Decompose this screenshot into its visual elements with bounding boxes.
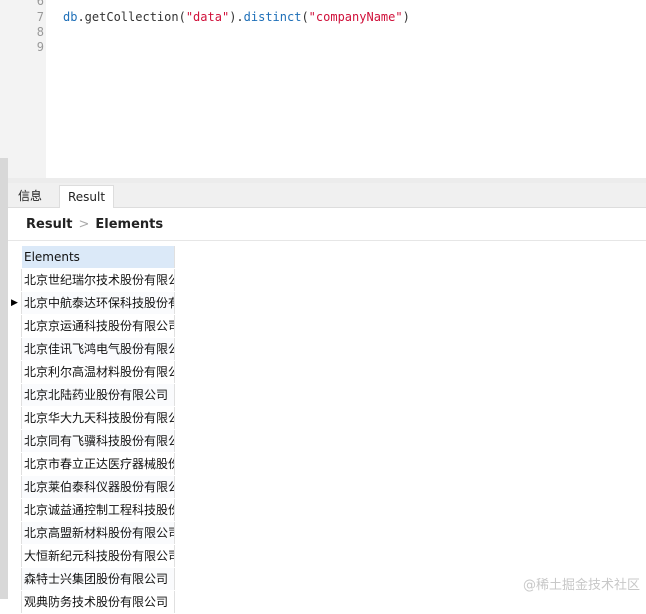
table-cell[interactable]: 北京利尔高温材料股份有限公司 <box>22 361 175 383</box>
code-string: "companyName" <box>308 10 403 24</box>
table-cell[interactable]: 北京中航泰达环保科技股份有限公司 <box>22 292 175 314</box>
row-indicator[interactable] <box>8 407 22 429</box>
table-cell[interactable]: 北京世纪瑞尔技术股份有限公司 <box>22 269 175 291</box>
row-indicator[interactable] <box>8 522 22 544</box>
row-indicator[interactable] <box>8 453 22 475</box>
row-indicator[interactable] <box>8 476 22 498</box>
table-cell[interactable]: 北京同有飞骥科技股份有限公司 <box>22 430 175 452</box>
code-string: "data" <box>185 10 230 24</box>
result-tabs: 信息 Result <box>8 183 646 208</box>
table-cell[interactable]: 北京佳讯飞鸿电气股份有限公司 <box>22 338 175 360</box>
column-header-elements[interactable]: Elements <box>22 246 175 268</box>
chevron-right-icon: > <box>78 217 90 232</box>
line-number: 9 <box>36 40 44 54</box>
table-cell[interactable]: 北京北陆药业股份有限公司 <box>22 384 175 406</box>
watermark: @稀土掘金技术社区 <box>522 578 640 593</box>
left-scroll-strip <box>0 158 8 599</box>
code-token: ( <box>301 10 309 24</box>
code-token: ) <box>402 10 410 24</box>
table-cell[interactable]: 大恒新纪元科技股份有限公司 <box>22 545 175 567</box>
row-indicator[interactable] <box>8 568 22 590</box>
code-token: ). <box>229 10 244 24</box>
row-indicator[interactable] <box>8 499 22 521</box>
row-indicator[interactable] <box>8 315 22 337</box>
table-cell[interactable]: 北京京运通科技股份有限公司 <box>22 315 175 337</box>
tab-info[interactable]: 信息 <box>10 185 50 207</box>
table-cell[interactable]: 观典防务技术股份有限公司 <box>22 591 175 613</box>
breadcrumb-root[interactable]: Result <box>26 217 73 232</box>
tab-result[interactable]: Result <box>59 185 115 208</box>
code-token: db <box>63 10 78 24</box>
row-indicator[interactable]: ▶ <box>8 292 22 314</box>
row-indicator[interactable] <box>8 338 22 360</box>
table-cell[interactable]: 北京莱伯泰科仪器股份有限公司 <box>22 476 175 498</box>
code-token: .getCollection( <box>77 10 186 24</box>
code-token: distinct <box>243 10 302 24</box>
line-number: 8 <box>36 25 44 39</box>
query-editor[interactable]: 6 7 8 9 db.getCollection("data").distinc… <box>0 0 646 180</box>
line-number: 6 <box>36 0 44 8</box>
table-cell[interactable]: 北京诚益通控制工程科技股份有限公司 <box>22 499 175 521</box>
table-cell[interactable]: 森特士兴集团股份有限公司 <box>22 568 175 590</box>
line-gutter: 6 7 8 9 <box>0 0 46 180</box>
table-cell[interactable]: 北京市春立正达医疗器械股份有限公司 <box>22 453 175 475</box>
table-cell[interactable]: 北京高盟新材料股份有限公司 <box>22 522 175 544</box>
breadcrumb-current: Elements <box>95 217 164 232</box>
row-indicator-header <box>8 246 21 268</box>
row-indicator[interactable] <box>8 545 22 567</box>
table-cell[interactable]: 北京华大九天科技股份有限公司 <box>22 407 175 429</box>
breadcrumb: Result > Elements <box>26 217 163 232</box>
row-indicator[interactable] <box>8 591 22 613</box>
row-indicator[interactable] <box>8 361 22 383</box>
row-indicator[interactable] <box>8 430 22 452</box>
row-indicator[interactable] <box>8 384 22 406</box>
divider <box>8 240 646 241</box>
row-indicator[interactable] <box>8 269 22 291</box>
line-number: 7 <box>36 10 44 24</box>
code-line[interactable]: db.getCollection("data").distinct("compa… <box>63 10 410 24</box>
